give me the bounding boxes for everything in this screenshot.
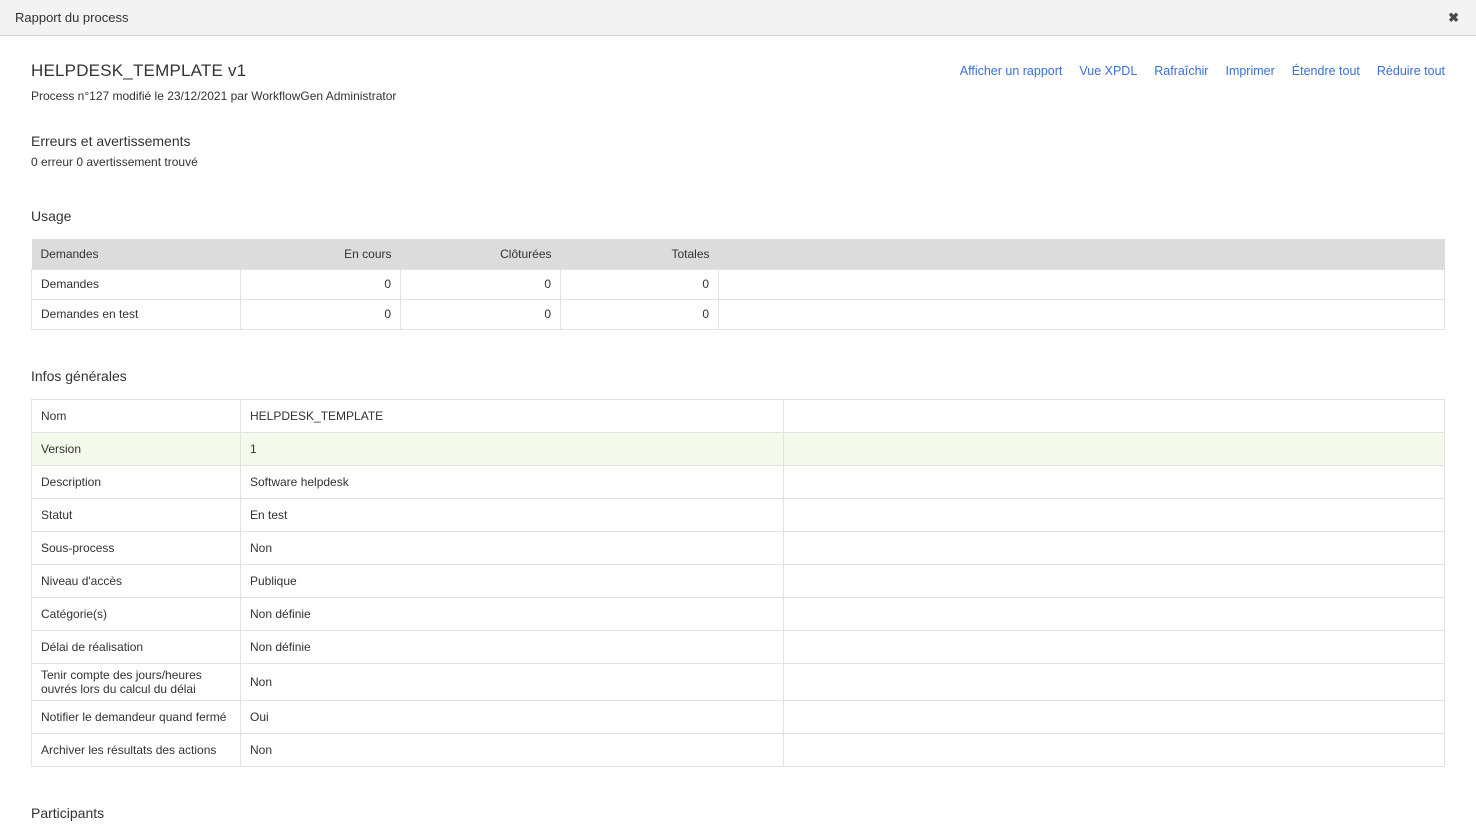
table-row: Statut En test bbox=[32, 498, 1445, 531]
usage-cell-en-cours: 0 bbox=[241, 269, 401, 299]
usage-cell-cloturees: 0 bbox=[401, 299, 561, 329]
report-content: HELPDESK_TEMPLATE v1 Process n°127 modif… bbox=[0, 61, 1476, 839]
table-row: Catégorie(s) Non définie bbox=[32, 597, 1445, 630]
errors-section: Erreurs et avertissements 0 erreur 0 ave… bbox=[31, 133, 1445, 169]
usage-col-totales: Totales bbox=[561, 239, 719, 269]
info-label: Version bbox=[32, 432, 241, 465]
usage-row-label: Demandes bbox=[32, 269, 241, 299]
etendre-tout-link[interactable]: Étendre tout bbox=[1292, 64, 1360, 78]
info-spacer bbox=[784, 700, 1445, 733]
page-title: HELPDESK_TEMPLATE v1 bbox=[31, 61, 396, 81]
vue-xpdl-link[interactable]: Vue XPDL bbox=[1079, 64, 1137, 78]
info-label: Sous-process bbox=[32, 531, 241, 564]
info-spacer bbox=[784, 531, 1445, 564]
table-row: Archiver les résultats des actions Non bbox=[32, 733, 1445, 766]
info-label: Nom bbox=[32, 399, 241, 432]
table-row: Tenir compte des jours/heures ouvrés lor… bbox=[32, 663, 1445, 700]
usage-heading: Usage bbox=[31, 208, 1445, 224]
info-spacer bbox=[784, 399, 1445, 432]
info-label: Notifier le demandeur quand fermé bbox=[32, 700, 241, 733]
info-label: Tenir compte des jours/heures ouvrés lor… bbox=[32, 663, 241, 700]
info-spacer bbox=[784, 733, 1445, 766]
table-row: Sous-process Non bbox=[32, 531, 1445, 564]
usage-cell-totales: 0 bbox=[561, 299, 719, 329]
usage-cell-spacer bbox=[719, 269, 1445, 299]
info-spacer bbox=[784, 597, 1445, 630]
title-block: HELPDESK_TEMPLATE v1 Process n°127 modif… bbox=[31, 61, 396, 103]
table-row: Demandes en test 0 0 0 bbox=[32, 299, 1445, 329]
table-row: Demandes 0 0 0 bbox=[32, 269, 1445, 299]
info-label: Délai de réalisation bbox=[32, 630, 241, 663]
info-label: Niveau d'accès bbox=[32, 564, 241, 597]
close-icon[interactable]: ✖ bbox=[1446, 9, 1461, 26]
infos-table: Nom HELPDESK_TEMPLATE Version 1 Descript… bbox=[31, 399, 1445, 767]
info-value: Non bbox=[241, 663, 784, 700]
info-spacer bbox=[784, 564, 1445, 597]
afficher-un-rapport-link[interactable]: Afficher un rapport bbox=[960, 64, 1063, 78]
info-value: HELPDESK_TEMPLATE bbox=[241, 399, 784, 432]
info-label: Catégorie(s) bbox=[32, 597, 241, 630]
table-row: Nom HELPDESK_TEMPLATE bbox=[32, 399, 1445, 432]
info-value: 1 bbox=[241, 432, 784, 465]
dialog-titlebar: Rapport du process ✖ bbox=[0, 0, 1476, 36]
usage-col-cloturees: Clôturées bbox=[401, 239, 561, 269]
infos-heading: Infos générales bbox=[31, 368, 1445, 384]
usage-header-row: Demandes En cours Clôturées Totales bbox=[32, 239, 1445, 269]
table-row-highlighted: Version 1 bbox=[32, 432, 1445, 465]
info-label: Archiver les résultats des actions bbox=[32, 733, 241, 766]
table-row: Délai de réalisation Non définie bbox=[32, 630, 1445, 663]
table-row: Notifier le demandeur quand fermé Oui bbox=[32, 700, 1445, 733]
dialog-title: Rapport du process bbox=[15, 10, 128, 25]
errors-heading: Erreurs et avertissements bbox=[31, 133, 1445, 149]
participants-heading: Participants bbox=[31, 805, 1445, 821]
info-spacer bbox=[784, 663, 1445, 700]
info-value: Non bbox=[241, 733, 784, 766]
usage-cell-totales: 0 bbox=[561, 269, 719, 299]
usage-col-spacer bbox=[719, 239, 1445, 269]
usage-col-en-cours: En cours bbox=[241, 239, 401, 269]
usage-cell-cloturees: 0 bbox=[401, 269, 561, 299]
info-label: Statut bbox=[32, 498, 241, 531]
info-spacer bbox=[784, 630, 1445, 663]
table-row: Niveau d'accès Publique bbox=[32, 564, 1445, 597]
usage-table: Demandes En cours Clôturées Totales Dema… bbox=[31, 239, 1445, 330]
action-links: Afficher un rapport Vue XPDL Rafraîchir … bbox=[960, 64, 1445, 78]
info-spacer bbox=[784, 465, 1445, 498]
rafraichir-link[interactable]: Rafraîchir bbox=[1154, 64, 1208, 78]
info-label: Description bbox=[32, 465, 241, 498]
info-value: Oui bbox=[241, 700, 784, 733]
usage-col-demandes: Demandes bbox=[32, 239, 241, 269]
info-spacer bbox=[784, 432, 1445, 465]
imprimer-link[interactable]: Imprimer bbox=[1225, 64, 1274, 78]
info-value: Software helpdesk bbox=[241, 465, 784, 498]
info-value: Non définie bbox=[241, 630, 784, 663]
info-value: Non bbox=[241, 531, 784, 564]
info-value: Publique bbox=[241, 564, 784, 597]
usage-row-label: Demandes en test bbox=[32, 299, 241, 329]
table-row: Description Software helpdesk bbox=[32, 465, 1445, 498]
usage-cell-spacer bbox=[719, 299, 1445, 329]
info-value: En test bbox=[241, 498, 784, 531]
errors-summary: 0 erreur 0 avertissement trouvé bbox=[31, 155, 1445, 169]
report-header: HELPDESK_TEMPLATE v1 Process n°127 modif… bbox=[31, 61, 1445, 103]
process-subtitle: Process n°127 modifié le 23/12/2021 par … bbox=[31, 89, 396, 103]
reduire-tout-link[interactable]: Réduire tout bbox=[1377, 64, 1445, 78]
info-spacer bbox=[784, 498, 1445, 531]
info-value: Non définie bbox=[241, 597, 784, 630]
usage-cell-en-cours: 0 bbox=[241, 299, 401, 329]
